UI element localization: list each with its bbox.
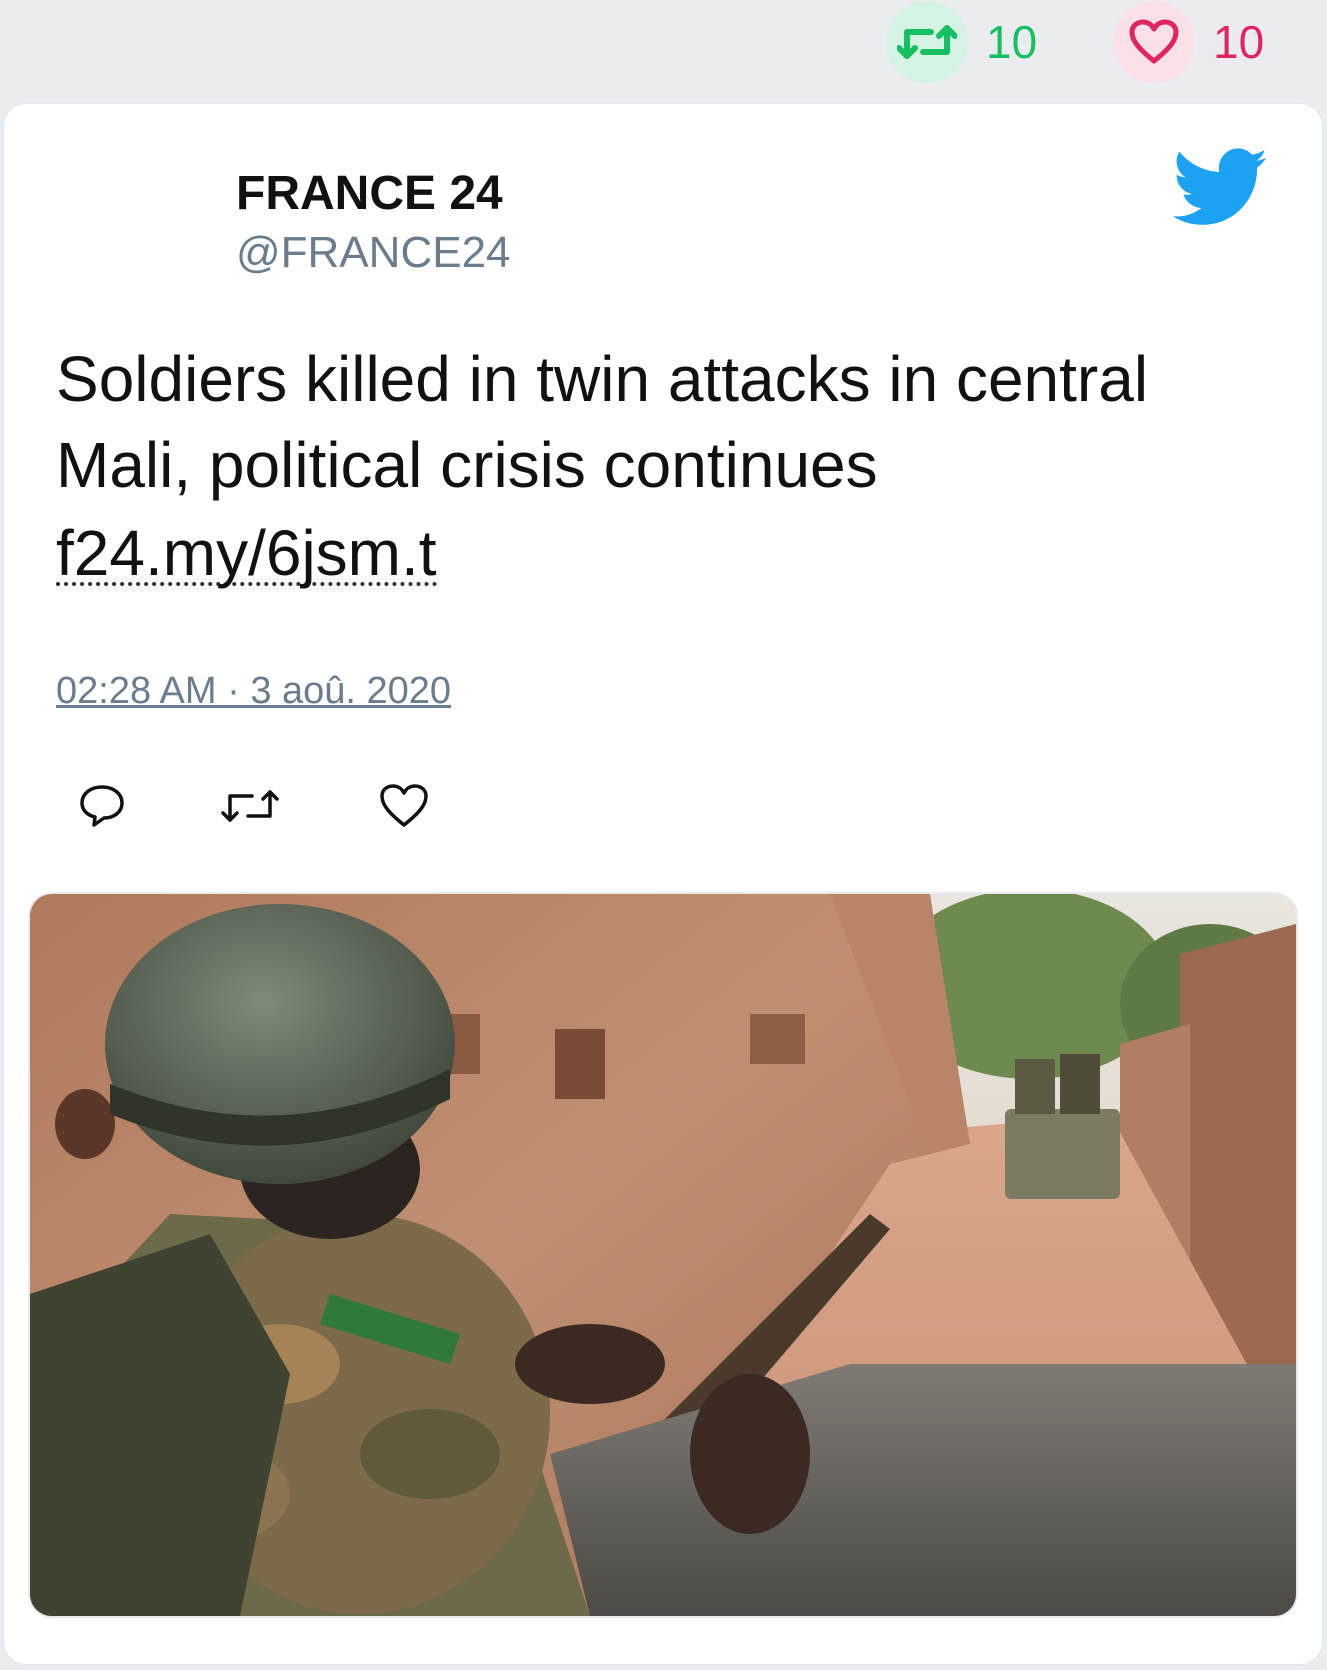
tweet-media-image[interactable] bbox=[30, 894, 1296, 1616]
tweet-link[interactable]: f24.my/6jsm.t bbox=[56, 510, 437, 589]
tweet-text: Soldiers killed in twin attacks in centr… bbox=[56, 343, 1149, 501]
reply-icon bbox=[80, 785, 124, 827]
heart-icon bbox=[380, 784, 428, 827]
like-stat-icon[interactable] bbox=[1113, 1, 1195, 83]
retweet-count: 10 bbox=[986, 16, 1038, 68]
tweet-card[interactable]: FRANCE 24 @FRANCE24 Soldiers killed in t… bbox=[4, 104, 1322, 1664]
retweet-stat-icon[interactable] bbox=[886, 1, 968, 83]
soldier-street-photo bbox=[30, 894, 1296, 1616]
heart-icon bbox=[1129, 19, 1179, 64]
like-count: 10 bbox=[1213, 16, 1265, 68]
reply-button[interactable] bbox=[72, 776, 132, 836]
stats-bar: 10 10 bbox=[0, 0, 1327, 100]
like-button[interactable] bbox=[374, 776, 434, 836]
tweet-actions bbox=[72, 776, 472, 836]
tweet-timestamp[interactable]: 02:28 AM · 3 aoû. 2020 bbox=[56, 670, 451, 713]
retweet-stat[interactable]: 10 bbox=[886, 1, 1038, 83]
retweet-icon bbox=[897, 25, 957, 59]
author-handle[interactable]: @FRANCE24 bbox=[236, 228, 511, 278]
like-stat[interactable]: 10 bbox=[1113, 1, 1265, 83]
retweet-button[interactable] bbox=[220, 776, 280, 836]
retweet-icon bbox=[221, 790, 279, 822]
author-name[interactable]: FRANCE 24 bbox=[236, 166, 503, 221]
twitter-bird-icon[interactable] bbox=[1172, 148, 1270, 228]
